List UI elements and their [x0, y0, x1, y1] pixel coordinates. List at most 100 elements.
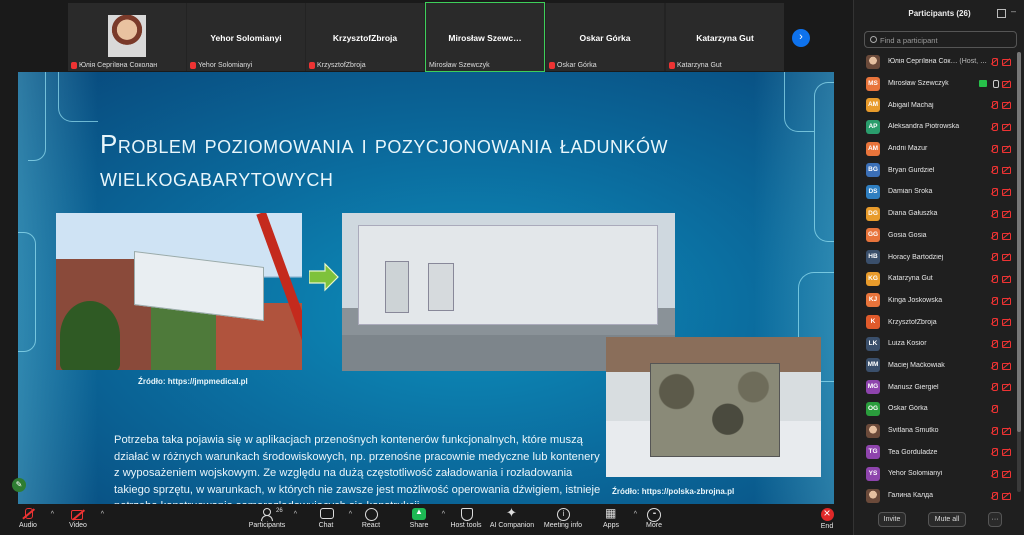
participant-row[interactable]: Галина Калда [854, 485, 1024, 507]
participant-name-text: Yehor Solomianyi [888, 470, 943, 478]
video-off-icon [1002, 492, 1011, 500]
microphone-muted-icon [990, 253, 998, 262]
participant-row[interactable]: AP Aleksandra Piotrowska [854, 116, 1024, 138]
participant-row[interactable]: K KrzysztofZbroja [854, 311, 1024, 333]
video-off-icon [1002, 80, 1011, 88]
participant-row[interactable]: KG Katarzyna Gut [854, 268, 1024, 290]
panel-more-button[interactable]: ··· [988, 512, 1002, 527]
participant-row[interactable]: YS Yehor Solomianyi [854, 463, 1024, 485]
video-tile[interactable]: Katarzyna Gut Katarzyna Gut [666, 3, 784, 71]
participant-name: Svitlana Smutko [888, 427, 988, 434]
participant-name: Andrii Mazur [888, 145, 988, 152]
chevron-up-icon[interactable]: ^ [294, 511, 297, 518]
circuit-decoration [58, 72, 98, 122]
participant-row[interactable]: HB Horacy Bartodziej [854, 246, 1024, 268]
video-tile-caption: Mirosław Szewczyk [429, 62, 490, 69]
participant-name: Abigail Machaj [888, 102, 988, 109]
avatar: YS [866, 466, 880, 481]
microphone-muted-icon [990, 144, 998, 153]
video-off-icon [1002, 232, 1011, 240]
microphone-muted-icon [990, 491, 998, 500]
video-button[interactable]: Video ^ [50, 508, 106, 529]
strip-next-arrow-icon[interactable]: › [792, 29, 810, 47]
host-tools-label: Host tools [450, 522, 482, 529]
video-tile-name: Oskar Górka [579, 33, 631, 43]
video-tile[interactable]: Oskar Górka Oskar Górka [546, 3, 664, 71]
minimize-icon[interactable]: – [1011, 6, 1020, 16]
more-button[interactable]: More [626, 508, 682, 529]
ai-companion-button[interactable]: AI Companion [484, 505, 540, 529]
video-tile-name: Katarzyna Gut [696, 33, 754, 43]
microphone-muted-icon [990, 123, 998, 132]
video-off-icon [71, 508, 85, 520]
participant-row[interactable]: OG Oskar Górka [854, 398, 1024, 420]
video-off-icon [1002, 101, 1011, 110]
participant-name-text: Damian Sroka [888, 188, 933, 196]
participant-name-text: Maciej Maćkowiak [888, 361, 945, 369]
participant-row[interactable]: MS Mirosław Szewczyk [854, 73, 1024, 95]
video-tile[interactable]: Mirosław Szewc… Mirosław Szewczyk [425, 2, 545, 72]
mute-all-button[interactable]: Mute all [928, 512, 966, 527]
participant-row[interactable]: BG Bryan Gurdziel [854, 159, 1024, 181]
participant-name-text: Галина Калда [888, 492, 934, 500]
participant-row[interactable]: GG Gosia Gosia [854, 225, 1024, 247]
participant-list-scrollbar[interactable] [1017, 52, 1021, 492]
participants-panel-footer: Invite Mute all ··· [854, 510, 1024, 535]
participant-row[interactable]: LK Luiza Kosior [854, 333, 1024, 355]
participant-name-text: Katarzyna Gut [888, 275, 933, 283]
search-icon [870, 36, 877, 43]
avatar: DS [866, 184, 880, 199]
participants-panel-header: Participants (26) – [854, 0, 1024, 28]
avatar [866, 488, 880, 503]
participant-row[interactable]: MM Maciej Maćkowiak [854, 355, 1024, 377]
participant-search-input[interactable] [880, 34, 1014, 46]
video-off-icon [1002, 297, 1011, 305]
participant-search[interactable] [864, 31, 1017, 48]
video-off-icon [1002, 448, 1011, 457]
video-tile-caption-text: Oskar Górka [557, 62, 597, 69]
chevron-up-icon[interactable]: ^ [101, 511, 104, 518]
microphone-muted-icon [190, 62, 196, 69]
military-container-photo [606, 337, 821, 477]
participant-row[interactable]: Svitlana Smutko [854, 420, 1024, 442]
avatar: KJ [866, 293, 880, 308]
end-button[interactable]: End [799, 506, 855, 530]
participant-row[interactable]: TG Tea Gorduladze [854, 441, 1024, 463]
arrow-right-icon [309, 262, 339, 292]
participant-name-text: Svitlana Smutko [888, 427, 939, 435]
video-tile[interactable]: Юлія Сергіївна Соколан [68, 3, 186, 71]
participant-name: Horacy Bartodziej [888, 254, 988, 261]
invite-button[interactable]: Invite [878, 512, 906, 527]
chat-icon [319, 508, 334, 520]
participant-name: Yehor Solomianyi [888, 470, 988, 477]
participant-row[interactable]: DS Damian Sroka [854, 181, 1024, 203]
video-tile-caption: Katarzyna Gut [669, 62, 722, 69]
participant-row[interactable]: AM Abigail Machaj [854, 94, 1024, 116]
video-off-icon [1002, 318, 1011, 327]
video-tile-caption: Oskar Górka [549, 62, 597, 69]
video-tile[interactable]: KrzysztofZbroja KrzysztofZbroja [306, 3, 424, 71]
audio-button[interactable]: Audio ^ [0, 508, 56, 529]
microphone-muted-icon [990, 166, 998, 175]
participant-row[interactable]: Юлія Сергіївна Сок… (Host, me) [854, 51, 1024, 73]
avatar: K [866, 315, 880, 330]
participant-row[interactable]: KJ Kinga Joskowska [854, 290, 1024, 312]
video-tile-caption-text: Юлія Сергіївна Соколан [79, 62, 158, 69]
avatar: MM [866, 358, 880, 373]
participant-row[interactable]: AM Andrii Mazur [854, 138, 1024, 160]
participant-row[interactable]: DG Diana Gałuszka [854, 203, 1024, 225]
participants-button[interactable]: 26 Participants ^ [239, 508, 297, 529]
participant-name-text: Aleksandra Piotrowska [888, 123, 960, 131]
react-label: React [361, 522, 381, 529]
video-tile[interactable]: Yehor Solomianyi Yehor Solomianyi [187, 3, 305, 71]
participant-row[interactable]: MG Mariusz Giergiel [854, 376, 1024, 398]
status-bubble-icon[interactable]: ✎ [12, 478, 26, 492]
screen-share-icon [979, 79, 987, 87]
scrollbar-thumb[interactable] [1017, 52, 1021, 432]
participant-name: Damian Sroka [888, 188, 988, 195]
video-tile-caption: KrzysztofZbroja [309, 62, 366, 69]
video-tile-name: Mirosław Szewc… [448, 33, 522, 43]
apps-label: Apps [603, 522, 619, 529]
image-source-caption: Źródło: https://jmpmedical.pl [138, 377, 248, 386]
pop-out-icon[interactable] [997, 9, 1006, 18]
